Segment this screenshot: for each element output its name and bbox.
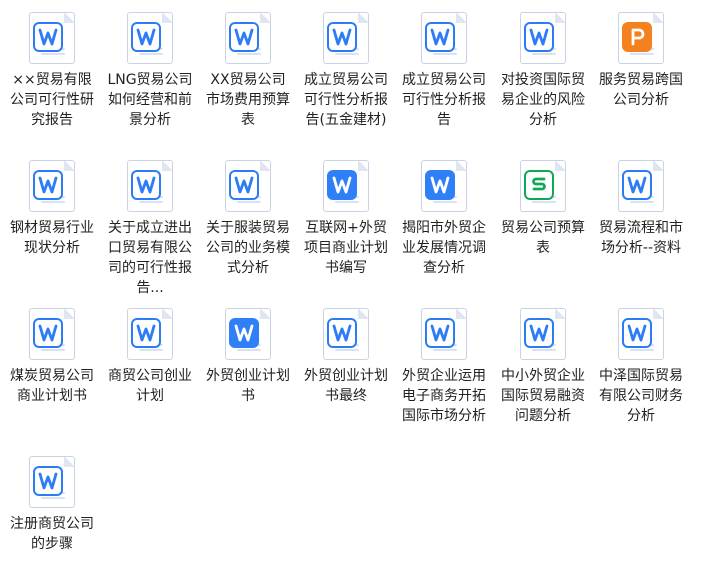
file-item[interactable]: 贸易流程和市场分析--资料 [593, 148, 689, 258]
file-item[interactable]: 互联网+外贸项目商业计划书编写 [298, 148, 394, 278]
file-item[interactable]: 关于服装贸易公司的业务模式分析 [200, 148, 296, 278]
file-name: 注册商贸公司的步骤 [10, 516, 94, 552]
file-name: 成立贸易公司可行性分析报告(五金建材) [304, 72, 388, 128]
file-name: 关于成立进出口贸易有限公司的可行性报告... [108, 220, 192, 296]
file-item[interactable]: 中小外贸企业国际贸易融资问题分析 [495, 296, 591, 426]
word-icon [618, 160, 664, 212]
file-name: 外贸企业运用电子商务开拓国际市场分析 [402, 368, 486, 424]
file-item[interactable]: 关于成立进出口贸易有限公司的可行性报告... [102, 148, 198, 298]
file-name: 互联网+外贸项目商业计划书编写 [304, 220, 388, 276]
file-name: 中泽国际贸易有限公司财务分析 [599, 368, 683, 424]
word-icon [323, 12, 369, 64]
word-icon [618, 308, 664, 360]
file-name: 成立贸易公司可行性分析报告 [402, 72, 486, 128]
word-solid-icon [323, 160, 369, 212]
word-icon [323, 308, 369, 360]
word-solid-icon [421, 160, 467, 212]
file-item[interactable]: 服务贸易跨国公司分析 [593, 0, 689, 110]
file-item[interactable]: 商贸公司创业计划 [102, 296, 198, 406]
word-icon [421, 12, 467, 64]
file-name: 对投资国际贸易企业的风险分析 [501, 72, 585, 128]
file-item[interactable]: 贸易公司预算表 [495, 148, 591, 258]
file-name: 外贸创业计划书最终 [304, 368, 388, 404]
file-item[interactable]: 对投资国际贸易企业的风险分析 [495, 0, 591, 130]
file-item[interactable]: 成立贸易公司可行性分析报告 [396, 0, 492, 130]
word-icon [127, 160, 173, 212]
file-name: 商贸公司创业计划 [108, 368, 192, 404]
presentation-icon [618, 12, 664, 64]
file-item[interactable]: 成立贸易公司可行性分析报告(五金建材) [298, 0, 394, 130]
file-name: 外贸创业计划书 [206, 368, 290, 404]
file-item[interactable]: ××贸易有限公司可行性研究报告 [4, 0, 100, 130]
word-icon [29, 160, 75, 212]
file-item[interactable]: 外贸企业运用电子商务开拓国际市场分析 [396, 296, 492, 426]
word-icon [520, 308, 566, 360]
word-icon [29, 456, 75, 508]
file-item[interactable]: 揭阳市外贸企业发展情况调查分析 [396, 148, 492, 278]
file-name: LNG贸易公司如何经营和前景分析 [107, 72, 193, 128]
file-name: 揭阳市外贸企业发展情况调查分析 [402, 220, 486, 276]
file-name: ××贸易有限公司可行性研究报告 [10, 72, 94, 128]
word-icon [127, 12, 173, 64]
word-solid-icon [225, 308, 271, 360]
word-icon [225, 160, 271, 212]
file-item[interactable]: 钢材贸易行业现状分析 [4, 148, 100, 258]
file-name: XX贸易公司市场费用预算表 [206, 72, 290, 128]
word-icon [29, 308, 75, 360]
file-name: 服务贸易跨国公司分析 [599, 72, 683, 108]
word-icon [520, 12, 566, 64]
file-item[interactable]: 中泽国际贸易有限公司财务分析 [593, 296, 689, 426]
file-name: 煤炭贸易公司商业计划书 [10, 368, 94, 404]
file-name: 关于服装贸易公司的业务模式分析 [206, 220, 290, 276]
file-name: 钢材贸易行业现状分析 [10, 220, 94, 256]
file-name: 中小外贸企业国际贸易融资问题分析 [501, 368, 585, 424]
file-item[interactable]: LNG贸易公司如何经营和前景分析 [102, 0, 198, 130]
file-item[interactable]: 外贸创业计划书最终 [298, 296, 394, 406]
file-grid: ××贸易有限公司可行性研究报告 LNG贸易公司如何经营和前景分析 XX贸易公司市场费… [0, 0, 709, 567]
file-item[interactable]: 煤炭贸易公司商业计划书 [4, 296, 100, 406]
word-icon [421, 308, 467, 360]
file-name: 贸易公司预算表 [501, 220, 585, 256]
spreadsheet-icon [520, 160, 566, 212]
file-item[interactable]: 外贸创业计划书 [200, 296, 296, 406]
file-item[interactable]: 注册商贸公司的步骤 [4, 444, 100, 554]
word-icon [225, 12, 271, 64]
file-name: 贸易流程和市场分析--资料 [599, 220, 683, 256]
word-icon [29, 12, 75, 64]
file-item[interactable]: XX贸易公司市场费用预算表 [200, 0, 296, 130]
word-icon [127, 308, 173, 360]
